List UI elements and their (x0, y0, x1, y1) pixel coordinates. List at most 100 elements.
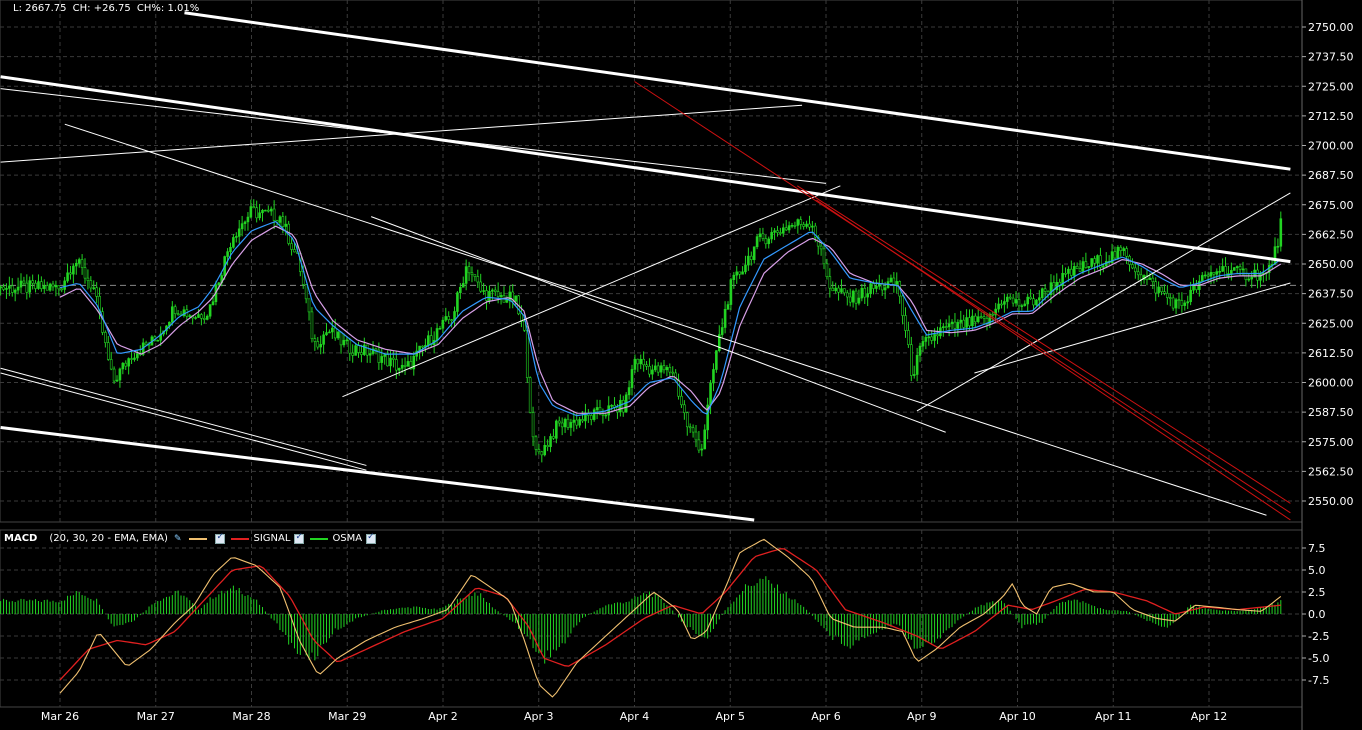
candle-body (936, 334, 939, 337)
osma-checkbox[interactable] (366, 532, 377, 544)
candle-body (176, 313, 180, 315)
candle-body (537, 449, 541, 453)
candle-body (1131, 264, 1134, 269)
candle-body (1180, 300, 1184, 306)
candle-body (60, 288, 64, 291)
chart-canvas[interactable]: Mar 26 Mar 27 Mar 28 Mar 29 Apr 2 Apr 3 Apr 4 A… (0, 0, 1362, 730)
candle-body (1244, 268, 1248, 280)
candle-body (208, 304, 212, 317)
candle-body (531, 412, 535, 438)
candle-body (74, 262, 78, 267)
candle-body (365, 344, 369, 356)
candle-body (255, 207, 258, 219)
y-tick-label: 2725.00 (1308, 80, 1354, 93)
candle-body (1235, 266, 1239, 268)
candle-body (333, 327, 337, 339)
candle-body (808, 223, 811, 228)
candle-body (968, 317, 971, 327)
candle-body (124, 362, 128, 367)
candle-body (1148, 277, 1152, 280)
candle-body (950, 321, 954, 325)
candle-body (781, 227, 785, 234)
candle-body (226, 251, 229, 257)
candle-body (386, 354, 389, 367)
candle-body (691, 427, 695, 433)
x-tick-label: Mar 27 (137, 710, 175, 723)
candle-body (656, 365, 660, 373)
candle-body (1122, 248, 1125, 251)
candle-body (1168, 297, 1172, 299)
candle-body (552, 436, 555, 439)
candle-body (130, 358, 133, 360)
candle-body (1078, 268, 1082, 272)
candle-body (1218, 271, 1222, 273)
signal-checkbox[interactable] (294, 532, 305, 544)
candle-body (1035, 299, 1038, 306)
candle-body (947, 323, 951, 328)
candle-body (354, 345, 357, 356)
candle-body (104, 332, 107, 343)
candle-body (2, 286, 5, 290)
x-tick-label: Apr 11 (1095, 710, 1132, 723)
y-tick-label: -5.0 (1308, 652, 1329, 665)
candle-body (822, 248, 826, 265)
candle-body (1006, 296, 1009, 302)
candle-body (467, 266, 471, 274)
y-tick-label: 2637.50 (1308, 288, 1354, 301)
candle-body (572, 419, 576, 423)
x-tick-label: Apr 4 (620, 710, 650, 723)
candle-body (1020, 305, 1024, 307)
pin-icon[interactable]: ✎ (174, 534, 182, 544)
candle-body (395, 359, 398, 371)
y-tick-label: 2650.00 (1308, 258, 1354, 271)
candle-body (80, 259, 84, 268)
candle-body (1093, 258, 1096, 264)
candle-body (1212, 272, 1216, 275)
candle-body (1014, 299, 1018, 304)
candle-body (31, 280, 34, 284)
y-tick-label: -7.5 (1308, 674, 1329, 687)
candle-body (653, 365, 657, 371)
candle-body (700, 448, 704, 451)
candle-body (374, 348, 378, 351)
candle-body (197, 314, 200, 318)
red-channel-line (634, 81, 1291, 514)
candle-body (514, 295, 517, 302)
candle-body (307, 298, 311, 313)
y-tick-label: 2737.50 (1308, 51, 1354, 64)
macd-checkbox[interactable] (215, 532, 226, 544)
candle-body (744, 264, 747, 273)
candle-body (534, 436, 538, 450)
candle-body (284, 223, 288, 227)
candle-body (328, 331, 331, 334)
candle-body (668, 367, 672, 373)
x-tick-label: Apr 12 (1191, 710, 1228, 723)
candle-body (217, 282, 221, 286)
candle-body (566, 418, 570, 428)
candle-body (901, 295, 904, 316)
candle-body (892, 277, 896, 285)
candle-body (732, 274, 736, 280)
candle-body (633, 358, 637, 370)
candle-body (755, 236, 759, 248)
x-tick-label: Apr 6 (811, 710, 841, 723)
candle-body (1200, 275, 1204, 282)
candle-body (662, 365, 666, 371)
candle-body (1171, 297, 1175, 309)
candle-body (246, 216, 250, 223)
y-tick-label: 2600.00 (1308, 377, 1354, 390)
candle-body (249, 206, 253, 218)
candle-body (121, 362, 125, 370)
candle-body (735, 271, 739, 276)
candle-body (491, 289, 494, 292)
candle-body (1186, 301, 1190, 304)
candle-body (235, 236, 238, 238)
candle-body (485, 290, 488, 301)
candle-body (770, 232, 773, 240)
candle-body (54, 285, 58, 288)
candle-body (1011, 297, 1015, 304)
candle-body (720, 327, 724, 335)
candle-body (136, 353, 139, 359)
candle-body (651, 369, 654, 375)
candle-body (811, 225, 814, 228)
